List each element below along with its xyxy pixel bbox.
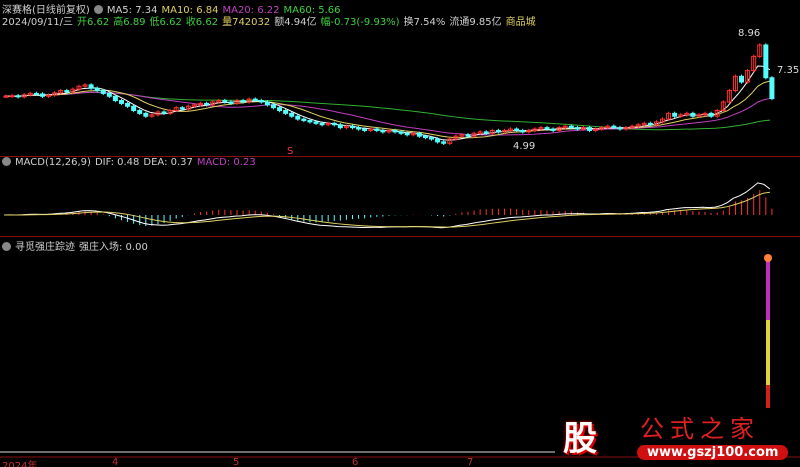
candle bbox=[337, 124, 343, 129]
candle bbox=[319, 122, 325, 126]
candle bbox=[9, 95, 15, 98]
macd-value: MACD: 0.23 bbox=[196, 157, 256, 168]
candle bbox=[398, 131, 404, 134]
chart-canvas[interactable]: 8.967.354.99S bbox=[0, 0, 800, 467]
candle bbox=[88, 84, 94, 89]
candle bbox=[392, 129, 398, 133]
last-price-label: 7.35 bbox=[777, 65, 799, 76]
candle bbox=[307, 119, 313, 123]
indicator-bar-purple bbox=[766, 258, 770, 320]
candle bbox=[179, 107, 185, 110]
candle bbox=[313, 121, 319, 124]
candle bbox=[739, 75, 745, 83]
candle bbox=[161, 111, 167, 114]
candle bbox=[435, 138, 441, 143]
candle bbox=[94, 87, 100, 92]
candle bbox=[295, 115, 301, 120]
candle bbox=[264, 101, 270, 106]
candle bbox=[3, 95, 9, 98]
axis-label: 4 bbox=[112, 457, 119, 467]
candle bbox=[611, 125, 617, 129]
candle bbox=[465, 134, 471, 137]
candle bbox=[258, 100, 264, 103]
candle bbox=[587, 127, 593, 131]
candle bbox=[137, 110, 143, 114]
candle bbox=[125, 102, 131, 107]
candle bbox=[143, 112, 149, 117]
toggle-icon[interactable] bbox=[2, 242, 11, 251]
candle bbox=[112, 95, 118, 102]
watermark-logo: 股 公式之家 www.gszj100.com bbox=[555, 405, 800, 467]
candle bbox=[33, 92, 39, 95]
candle bbox=[416, 132, 422, 137]
candle bbox=[763, 44, 769, 79]
indicator-bar-yellow bbox=[766, 320, 770, 385]
candle bbox=[647, 122, 653, 126]
candle bbox=[617, 127, 623, 130]
candle bbox=[283, 110, 289, 114]
low-price-label: 4.99 bbox=[513, 141, 535, 152]
candle bbox=[422, 135, 428, 139]
axis-label: 6 bbox=[352, 457, 359, 467]
dea-line bbox=[3, 191, 770, 228]
candle bbox=[100, 90, 106, 94]
candle bbox=[240, 100, 246, 103]
indicator-title: 寻觅强庄踪迹 bbox=[15, 242, 75, 253]
indicator-value: 强庄入场: 0.00 bbox=[79, 242, 148, 253]
dif-line bbox=[3, 182, 771, 229]
candle bbox=[483, 131, 489, 134]
candle bbox=[204, 102, 210, 106]
indicator-legend: 寻觅强庄踪迹 强庄入场: 0.00 bbox=[2, 238, 152, 253]
candle bbox=[362, 128, 368, 131]
candle bbox=[252, 98, 258, 102]
candle bbox=[64, 90, 70, 93]
candle bbox=[380, 129, 386, 133]
candle bbox=[769, 77, 775, 100]
candle bbox=[708, 112, 714, 117]
candle bbox=[544, 127, 550, 130]
candle bbox=[277, 107, 283, 112]
indicator-marker-icon bbox=[764, 254, 772, 262]
candle bbox=[520, 129, 526, 133]
axis-label: 7 bbox=[467, 457, 474, 467]
candle bbox=[574, 127, 580, 130]
axis-label: 5 bbox=[233, 457, 240, 467]
candle bbox=[690, 112, 696, 117]
candle bbox=[131, 105, 137, 112]
macd-title: MACD(12,26,9) bbox=[15, 157, 91, 168]
candle bbox=[568, 125, 574, 129]
candle bbox=[404, 132, 410, 136]
candle bbox=[39, 93, 45, 97]
candle bbox=[374, 128, 380, 131]
candle bbox=[228, 101, 234, 104]
candle bbox=[118, 100, 124, 104]
macd-legend: MACD(12,26,9) DIF: 0.48 DEA: 0.37 MACD: 0.2… bbox=[2, 157, 260, 168]
ma10-line bbox=[3, 80, 771, 139]
divider bbox=[0, 236, 800, 237]
candle bbox=[331, 122, 337, 126]
stock-chart-window: 深赛格(日线前复权) MA5: 7.34 MA10: 6.84 MA20: 6.22 M… bbox=[0, 0, 800, 467]
candle bbox=[495, 129, 501, 133]
dif: DIF: 0.48 bbox=[94, 157, 140, 168]
candle bbox=[15, 95, 21, 98]
dea: DEA: 0.37 bbox=[143, 157, 193, 168]
candle bbox=[356, 127, 362, 130]
candle bbox=[441, 141, 447, 144]
candle bbox=[429, 137, 435, 140]
candle bbox=[270, 104, 276, 109]
logo-url: www.gszj100.com bbox=[637, 445, 789, 460]
axis-label: 2024年 bbox=[2, 461, 38, 467]
candle bbox=[349, 125, 355, 129]
candle bbox=[106, 92, 112, 97]
logo-brand: 股 bbox=[563, 419, 597, 459]
candle bbox=[289, 112, 295, 117]
high-price-label: 8.96 bbox=[738, 28, 760, 39]
candle bbox=[672, 112, 678, 117]
candle bbox=[301, 118, 307, 121]
candle bbox=[514, 128, 520, 131]
logo-text: 公式之家 bbox=[640, 415, 760, 443]
candle bbox=[222, 100, 228, 103]
toggle-icon[interactable] bbox=[2, 157, 11, 166]
candle bbox=[550, 128, 556, 131]
